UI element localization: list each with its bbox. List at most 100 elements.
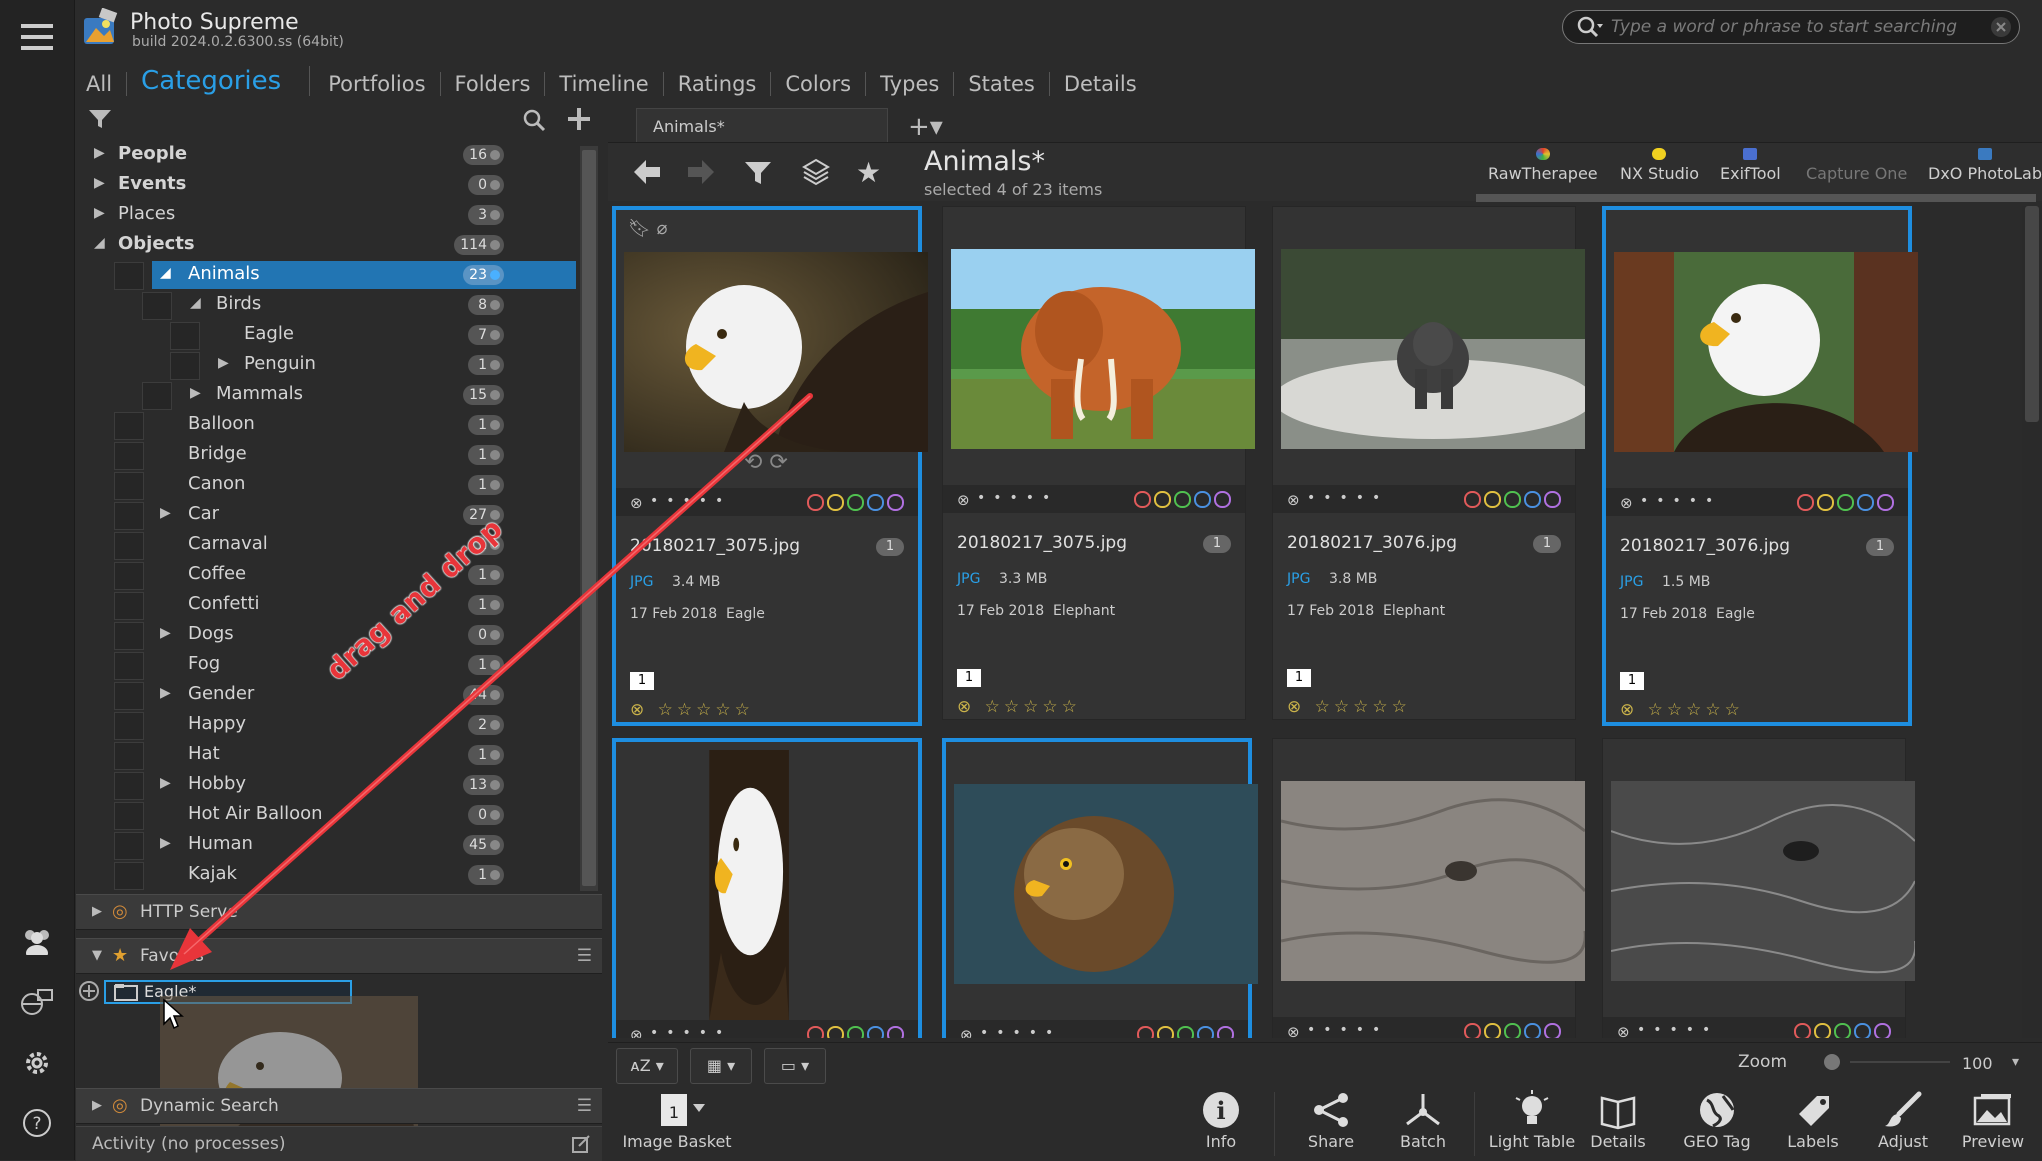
rating-dots[interactable]: •••••: [977, 490, 1058, 506]
share-button[interactable]: Share: [1286, 1088, 1376, 1151]
color-label-icon[interactable]: [1504, 491, 1521, 508]
category-row[interactable]: ▶ Penguin 1: [76, 350, 576, 380]
thumbnail-image[interactable]: [954, 784, 1258, 984]
color-label-icon[interactable]: [1154, 491, 1171, 508]
rating-dots[interactable]: •••••: [1640, 493, 1721, 509]
color-labels[interactable]: [1461, 491, 1561, 512]
color-labels[interactable]: [1134, 1026, 1234, 1038]
category-checkbox[interactable]: [114, 802, 144, 830]
rating-dots[interactable]: •••••: [650, 1025, 731, 1038]
rating-dots[interactable]: •••••: [980, 1025, 1061, 1038]
color-labels[interactable]: [1791, 1023, 1891, 1038]
geo-tag-button[interactable]: GEO Tag: [1672, 1088, 1762, 1151]
thumbnail-card[interactable]: ⊗ •••••: [942, 738, 1258, 1038]
reject-icon[interactable]: ⊗: [630, 1026, 643, 1038]
color-label-icon[interactable]: [887, 1026, 904, 1038]
category-checkbox[interactable]: [170, 322, 200, 350]
category-checkbox[interactable]: [114, 472, 144, 500]
thumbnail-image[interactable]: [1611, 781, 1915, 981]
preview-button[interactable]: Preview: [1950, 1088, 2036, 1151]
color-label-icon[interactable]: [1857, 494, 1874, 511]
color-label-icon[interactable]: [1214, 491, 1231, 508]
color-label-icon[interactable]: [1134, 491, 1151, 508]
open-activity-icon[interactable]: [572, 1135, 590, 1157]
category-row[interactable]: ▶ People 16: [76, 140, 576, 170]
collapsed-arrow-icon[interactable]: ▶: [94, 175, 110, 191]
category-row[interactable]: ▶ Events 0: [76, 170, 576, 200]
expanded-arrow-icon[interactable]: ◢: [160, 265, 176, 281]
search-box[interactable]: [1562, 10, 2020, 44]
color-label-icon[interactable]: [1174, 491, 1191, 508]
color-label-icon[interactable]: [1837, 494, 1854, 511]
color-label-icon[interactable]: [1854, 1023, 1871, 1038]
color-label-icon[interactable]: [847, 1026, 864, 1038]
category-checkbox[interactable]: [114, 532, 144, 560]
expanded-arrow-icon[interactable]: ◢: [94, 235, 110, 251]
color-label-icon[interactable]: [1464, 491, 1481, 508]
tab-timeline[interactable]: Timeline: [545, 72, 664, 96]
activity-bar[interactable]: Activity (no processes): [76, 1126, 602, 1161]
color-labels[interactable]: [1461, 1023, 1561, 1038]
details-button[interactable]: Details: [1578, 1088, 1658, 1151]
color-label-icon[interactable]: [1484, 1023, 1501, 1038]
color-label-icon[interactable]: [887, 494, 904, 511]
people-icon[interactable]: [14, 918, 60, 964]
category-checkbox[interactable]: [114, 592, 144, 620]
thumbnail-card[interactable]: ⊗ ••••• 20180217_3076.jpg 1 JPG 1.5 MB 17 Feb …: [1602, 206, 1918, 726]
collapsed-arrow-icon[interactable]: ▶: [94, 205, 110, 221]
collapsed-arrow-icon[interactable]: ▶: [218, 355, 234, 371]
category-checkbox[interactable]: [170, 352, 200, 380]
thumbnail-image[interactable]: [1281, 781, 1585, 981]
category-checkbox[interactable]: [114, 442, 144, 470]
color-label-icon[interactable]: [867, 1026, 884, 1038]
zoom-slider-track[interactable]: [1850, 1061, 1950, 1063]
layers-icon[interactable]: [802, 158, 830, 190]
thumbnail-card[interactable]: ⊗ •••••: [1602, 738, 1915, 1038]
color-label-icon[interactable]: [1464, 1023, 1481, 1038]
tab-portfolios[interactable]: Portfolios: [310, 72, 441, 96]
tab-details[interactable]: Details: [1050, 72, 1151, 96]
rating-dots[interactable]: •••••: [1307, 1022, 1388, 1038]
search-input[interactable]: [1609, 14, 1993, 40]
external-tools-scrollbar[interactable]: [1476, 194, 2036, 202]
hamburger-menu-icon[interactable]: [14, 14, 60, 60]
color-labels[interactable]: [1794, 494, 1894, 515]
thumbnail-image[interactable]: [1614, 252, 1918, 452]
category-checkbox[interactable]: [114, 412, 144, 440]
color-label-icon[interactable]: [1797, 494, 1814, 511]
layout-grid-button[interactable]: ▦ ▾: [690, 1048, 752, 1084]
reject-icon[interactable]: ⊗: [1287, 491, 1300, 509]
reject-icon[interactable]: ⊗: [1287, 1023, 1300, 1038]
section-menu-icon[interactable]: ☰: [577, 1096, 592, 1116]
color-label-icon[interactable]: [1504, 1023, 1521, 1038]
reject-icon[interactable]: ⊗: [1620, 494, 1633, 512]
category-checkbox[interactable]: [142, 292, 172, 320]
color-label-icon[interactable]: [1544, 1023, 1561, 1038]
category-checkbox[interactable]: [114, 652, 144, 680]
help-icon[interactable]: ?: [14, 1100, 60, 1146]
thumbnail-card[interactable]: ⊗ •••••: [1272, 738, 1585, 1038]
rating-dots[interactable]: •••••: [1307, 490, 1388, 506]
zoom-slider-knob[interactable]: [1824, 1054, 1840, 1070]
color-label-icon[interactable]: [1177, 1026, 1194, 1038]
external-tool-exiftool[interactable]: ExifTool: [1720, 148, 1781, 183]
category-checkbox[interactable]: [114, 682, 144, 710]
color-label-icon[interactable]: [847, 494, 864, 511]
star-rating[interactable]: ⊗ ☆☆☆☆☆: [1620, 700, 1744, 720]
category-row[interactable]: ▶ Places 3: [76, 200, 576, 230]
color-labels[interactable]: [804, 1026, 904, 1038]
rating-dots[interactable]: •••••: [1637, 1022, 1718, 1038]
category-row[interactable]: ◢ Animals 23: [76, 260, 576, 290]
tab-states[interactable]: States: [954, 72, 1050, 96]
category-checkbox[interactable]: [114, 772, 144, 800]
star-rating[interactable]: ⊗ ☆☆☆☆☆: [1287, 697, 1411, 717]
star-rating[interactable]: ⊗ ☆☆☆☆☆: [957, 697, 1081, 717]
tab-ratings[interactable]: Ratings: [664, 72, 772, 96]
external-tool-capture-one[interactable]: Capture One: [1806, 148, 1907, 183]
category-checkbox[interactable]: [114, 862, 144, 890]
color-label-icon[interactable]: [1197, 1026, 1214, 1038]
grid-scrollbar-thumb[interactable]: [2025, 206, 2039, 422]
color-label-icon[interactable]: [1217, 1026, 1234, 1038]
forward-arrow-icon[interactable]: [686, 158, 716, 190]
add-tab-icon[interactable]: +▾: [908, 112, 943, 142]
